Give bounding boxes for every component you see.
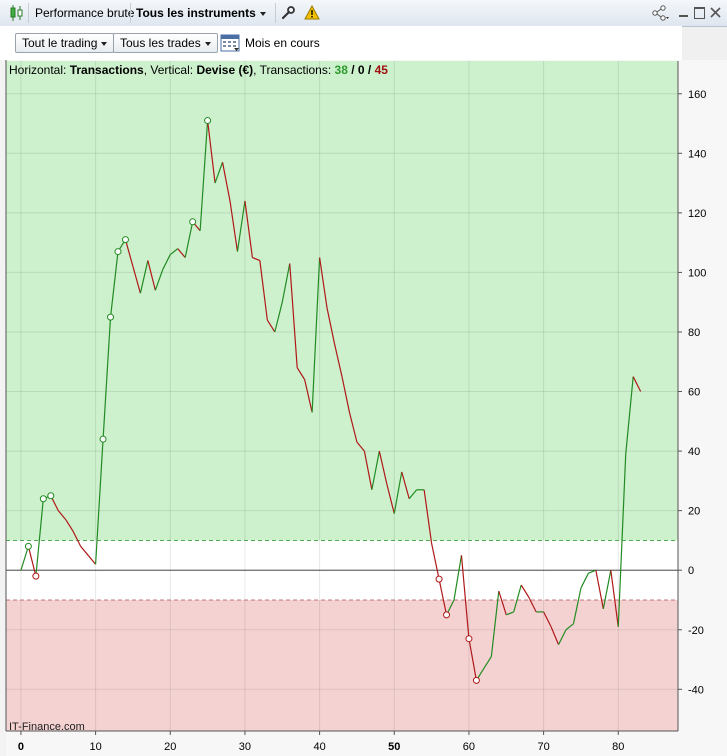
x-tick-label: 40 bbox=[313, 741, 325, 753]
performance-chart: 160 140 120 100 80 60 40 20 0 -20 -40 0 10 20 30 40 50 6… bbox=[0, 60, 727, 756]
maximize-button[interactable] bbox=[694, 7, 705, 19]
x-tick-label: 60 bbox=[463, 741, 475, 753]
x-tick-label: 70 bbox=[537, 741, 549, 753]
instrument-selector[interactable]: Tous les instruments bbox=[136, 3, 266, 23]
x-tick-label: 20 bbox=[164, 741, 176, 753]
y-tick-label: 120 bbox=[688, 208, 706, 220]
y-tick-label: 100 bbox=[688, 267, 706, 279]
chart-info: Horizontal: Transactions, Vertical: Devi… bbox=[9, 63, 388, 77]
trade-marker bbox=[107, 313, 115, 321]
trade-marker bbox=[465, 635, 473, 643]
separator bbox=[28, 3, 29, 23]
horizontal-label: Horizontal: bbox=[9, 63, 67, 77]
trade-marker bbox=[435, 575, 443, 583]
y-tick-label: 40 bbox=[688, 446, 700, 458]
x-tick-label: 30 bbox=[239, 741, 251, 753]
filter-toolbar: Tout le trading Tous les trades Mois en … bbox=[0, 26, 682, 60]
window-titlebar: Performance brute Tous les instruments bbox=[0, 0, 727, 27]
transactions-label: Transactions: bbox=[259, 63, 332, 77]
y-tick-label: 20 bbox=[688, 506, 700, 518]
vertical-value: Devise (€) bbox=[196, 63, 254, 77]
chevron-down-icon bbox=[204, 41, 211, 46]
y-tick-label: 80 bbox=[688, 327, 700, 339]
separator bbox=[275, 3, 276, 23]
chevron-down-icon bbox=[259, 11, 266, 16]
chevron-down-icon bbox=[101, 41, 108, 46]
minimize-button[interactable] bbox=[679, 6, 689, 19]
slash: / bbox=[347, 63, 358, 77]
trade-marker bbox=[32, 572, 40, 580]
neutral-count: 0 bbox=[357, 63, 365, 77]
y-tick-label: -40 bbox=[688, 684, 704, 696]
wrench-icon[interactable] bbox=[280, 5, 296, 21]
left-panel-edge bbox=[0, 60, 6, 756]
warning-icon[interactable] bbox=[304, 5, 320, 20]
slash: / bbox=[364, 63, 375, 77]
share-icon[interactable] bbox=[651, 5, 669, 21]
y-tick-label: 140 bbox=[688, 148, 706, 160]
horizontal-value: Transactions bbox=[69, 63, 144, 77]
trades-filter-label: Tous les trades bbox=[120, 36, 201, 50]
trade-marker bbox=[24, 542, 32, 550]
trading-filter-label: Tout le trading bbox=[22, 36, 98, 50]
trade-marker bbox=[189, 218, 197, 226]
candlestick-chart-icon bbox=[10, 5, 23, 21]
trade-marker bbox=[204, 117, 212, 125]
trade-marker bbox=[472, 676, 480, 684]
total-count: 45 bbox=[374, 63, 388, 77]
trades-filter-dropdown[interactable]: Tous les trades bbox=[113, 33, 218, 53]
instrument-selector-label: Tous les instruments bbox=[136, 6, 256, 20]
calendar-icon[interactable] bbox=[220, 32, 240, 52]
x-tick-label: 0 bbox=[18, 741, 24, 753]
profit-zone bbox=[6, 61, 678, 541]
x-tick-label: 10 bbox=[89, 741, 101, 753]
y-tick-label: 60 bbox=[688, 387, 700, 399]
separator bbox=[130, 3, 131, 23]
watermark: IT-Finance.com bbox=[9, 721, 85, 733]
loss-zone bbox=[6, 599, 678, 731]
trade-marker bbox=[39, 495, 47, 503]
tab-performance-brute[interactable]: Performance brute bbox=[35, 3, 134, 23]
winning-count: 38 bbox=[334, 63, 348, 77]
trading-filter-dropdown[interactable]: Tout le trading bbox=[15, 33, 115, 53]
trade-marker bbox=[121, 236, 129, 244]
trade-marker bbox=[99, 435, 107, 443]
y-tick-label: -20 bbox=[688, 625, 704, 637]
trade-marker bbox=[47, 492, 55, 500]
y-tick-label: 160 bbox=[688, 89, 706, 101]
x-tick-label: 80 bbox=[612, 741, 624, 753]
period-label[interactable]: Mois en cours bbox=[245, 36, 320, 50]
vertical-label: Vertical: bbox=[150, 63, 194, 77]
trade-marker bbox=[114, 248, 122, 256]
y-tick-label: 0 bbox=[688, 565, 694, 577]
x-tick-label: 50 bbox=[388, 741, 400, 753]
close-icon[interactable] bbox=[710, 7, 721, 18]
trade-marker bbox=[443, 611, 451, 619]
